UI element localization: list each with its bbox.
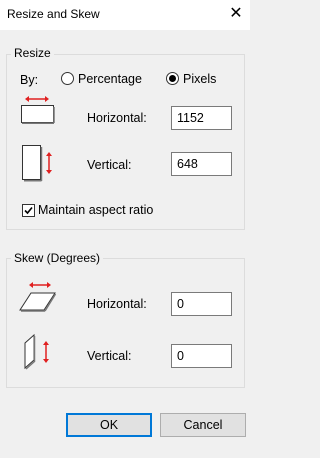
percentage-radio[interactable]: [61, 72, 74, 85]
skew-vertical-label: Vertical:: [87, 349, 132, 363]
by-label: By:: [20, 73, 39, 87]
pixels-radio[interactable]: [166, 72, 179, 85]
resize-horizontal-label: Horizontal:: [87, 111, 147, 125]
resize-horizontal-input[interactable]: 1152: [171, 106, 232, 130]
resize-vertical-label: Vertical:: [87, 158, 132, 172]
resize-legend: Resize: [11, 46, 54, 60]
skew-horizontal-input[interactable]: 0: [171, 292, 232, 316]
resize-vertical-input[interactable]: 648: [171, 152, 232, 176]
checkmark-icon: [24, 206, 33, 215]
skew-legend: Skew (Degrees): [11, 251, 104, 265]
ok-button[interactable]: OK: [66, 413, 152, 437]
close-icon[interactable]: ✕: [226, 4, 246, 24]
pixels-label[interactable]: Pixels: [183, 72, 216, 86]
window-title: Resize and Skew: [7, 7, 100, 21]
resize-vertical-icon: [22, 145, 52, 182]
cancel-button[interactable]: Cancel: [160, 413, 246, 437]
skew-vertical-icon: [24, 333, 49, 370]
skew-horizontal-label: Horizontal:: [87, 297, 147, 311]
percentage-label[interactable]: Percentage: [78, 72, 142, 86]
skew-vertical-input[interactable]: 0: [171, 344, 232, 368]
maintain-aspect-label[interactable]: Maintain aspect ratio: [38, 203, 153, 217]
resize-horizontal-icon: [21, 96, 55, 124]
maintain-aspect-checkbox[interactable]: [22, 204, 35, 217]
skew-horizontal-icon: [19, 282, 57, 312]
